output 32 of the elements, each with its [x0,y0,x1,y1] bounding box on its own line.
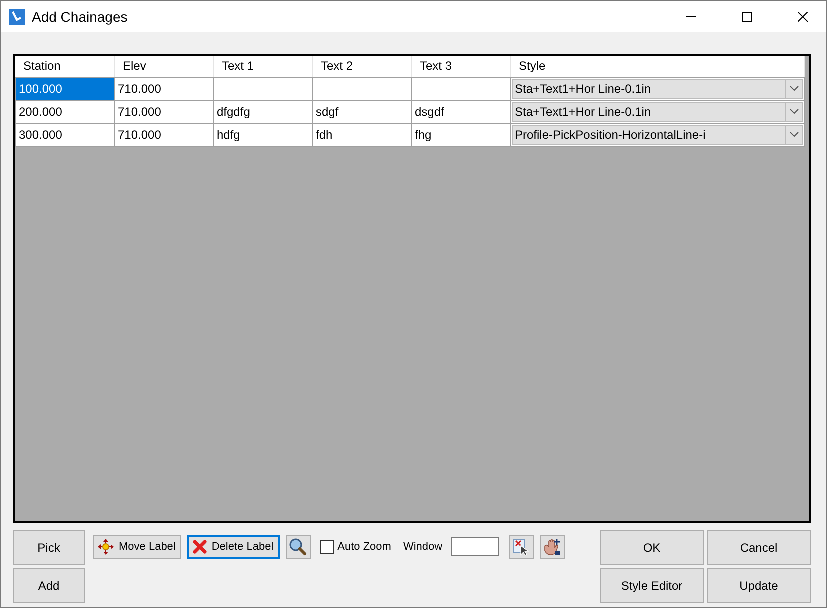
style-dropdown[interactable]: Sta+Text1+Hor Line-0.1in [512,102,803,122]
column-header[interactable]: Style [510,56,804,77]
action-button[interactable]: Cancel [707,530,811,565]
tool-button[interactable]: Move Label [93,534,181,558]
table-cell[interactable]: fdh [312,123,412,146]
table-cell[interactable]: sdgf [312,100,412,123]
style-dropdown[interactable]: Profile-PickPosition-HorizontalLine-i [512,124,803,144]
window-title: Add Chainages [32,8,128,24]
action-button[interactable]: Pick [13,530,85,565]
action-button[interactable]: Add [13,568,85,603]
table-cell[interactable]: 200.000 [16,100,114,123]
action-button[interactable]: Style Editor [600,568,704,603]
field-label: Window [403,540,443,552]
table-cell[interactable]: hdfg [214,123,312,146]
tool-button[interactable]: Delete Label [186,534,280,558]
table-cell[interactable]: fhg [412,123,510,146]
table-cell[interactable]: 710.000 [114,77,214,100]
table-cell[interactable]: 710.000 [114,100,214,123]
column-header[interactable]: Text 3 [412,56,510,77]
column-header[interactable]: Text 2 [312,56,412,77]
checkbox-label: Auto Zoom [338,540,392,552]
column-header[interactable]: Elev [114,56,214,77]
action-button[interactable]: Update [707,568,811,603]
table-cell[interactable]: dfgdfg [214,100,312,123]
table-cell[interactable]: 300.000 [16,123,114,146]
table-cell[interactable]: dsgdf [412,100,510,123]
table-cell[interactable]: 100.000 [16,77,114,100]
style-dropdown[interactable]: Sta+Text1+Hor Line-0.1in [512,78,803,98]
column-header[interactable]: Text 1 [214,56,312,77]
action-button[interactable]: OK [600,530,704,565]
table-cell[interactable]: 710.000 [114,123,214,146]
column-header[interactable]: Station [16,56,114,77]
